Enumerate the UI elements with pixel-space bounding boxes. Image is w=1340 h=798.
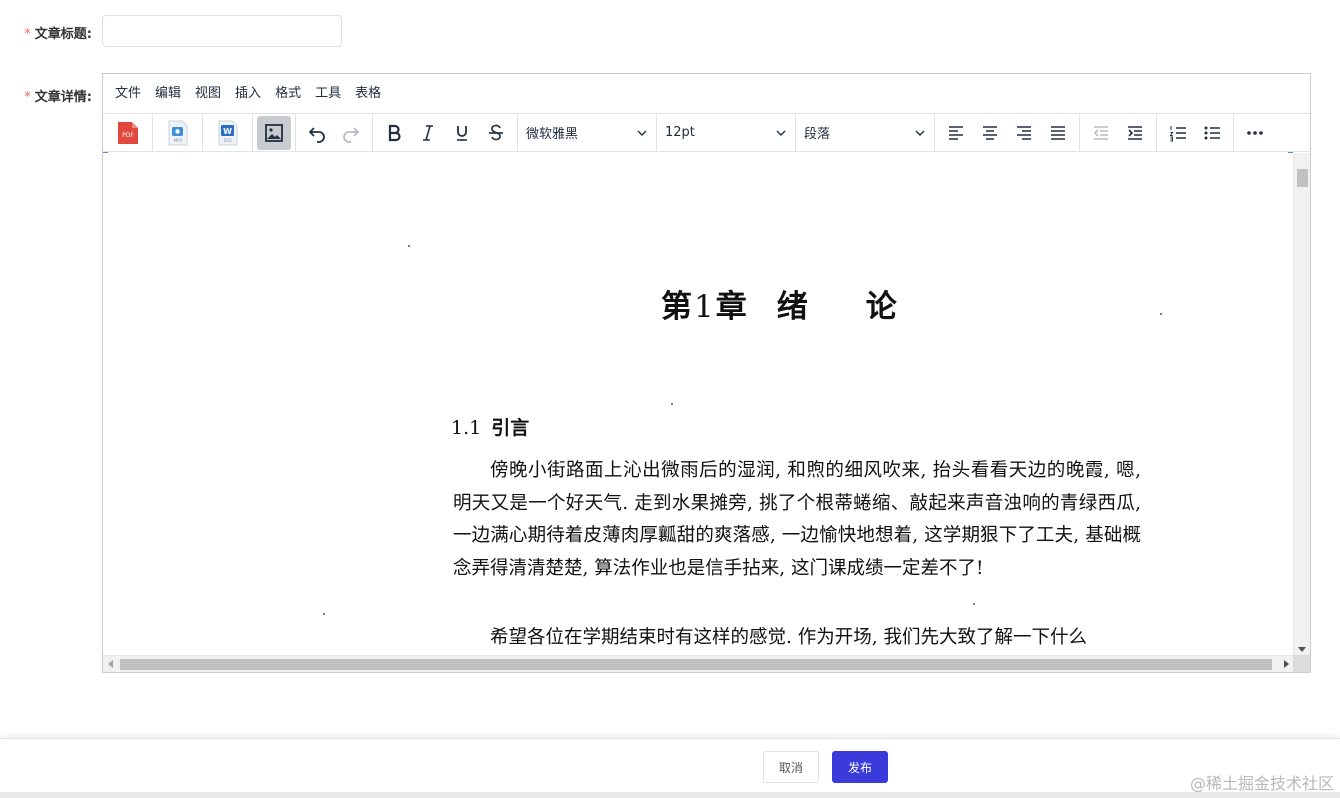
align-center-icon (983, 125, 997, 140)
font-size-select[interactable]: 12pt (657, 116, 795, 150)
section-title: 引言 (491, 417, 530, 439)
redo-button[interactable] (334, 116, 368, 150)
section-number: 1.1 (451, 417, 482, 439)
scan-speck (323, 613, 325, 615)
chapter-number: 1 (694, 289, 716, 325)
vertical-scrollbar[interactable] (1293, 153, 1310, 656)
menu-edit[interactable]: 编辑 (148, 80, 188, 108)
bold-icon (388, 124, 401, 141)
scroll-down-arrow-icon[interactable] (1298, 647, 1306, 652)
menu-insert[interactable]: 插入 (228, 80, 268, 108)
chapter-title: 第1章绪 论 (661, 281, 899, 326)
cancel-button[interactable]: 取消 (763, 751, 819, 783)
detail-label: * 文章详情: (0, 86, 92, 105)
numbered-list-icon (1169, 125, 1186, 141)
underline-button[interactable] (445, 116, 479, 150)
chevron-down-icon (776, 130, 786, 136)
horizontal-scroll-thumb[interactable] (120, 659, 1272, 670)
scroll-right-arrow-icon[interactable] (1284, 660, 1289, 668)
chapter-prefix: 第 (661, 289, 694, 325)
underline-icon (457, 125, 467, 141)
chapter-word-1: 绪 (776, 289, 810, 325)
editor-menubar: 文件 编辑 视图 插入 格式 工具 表格 (103, 74, 1310, 114)
outdent-button[interactable] (1084, 116, 1118, 150)
chevron-down-icon (637, 130, 647, 136)
align-justify-icon (1051, 125, 1065, 140)
menu-tools[interactable]: 工具 (308, 80, 348, 108)
vertical-scroll-thumb[interactable] (1297, 169, 1308, 187)
scan-speck (1160, 313, 1162, 315)
redo-icon (343, 126, 360, 143)
watermark: @稀土掘金技术社区 (1189, 774, 1334, 793)
bullet-list-button[interactable] (1195, 116, 1229, 150)
more-button[interactable] (1238, 116, 1272, 150)
mp4-file-icon: MP4 (168, 120, 187, 145)
align-justify-button[interactable] (1041, 116, 1075, 150)
title-label: * 文章标题: (0, 23, 92, 42)
chevron-down-icon (915, 130, 925, 136)
bullet-list-icon (1204, 126, 1220, 139)
svg-text:PDF: PDF (122, 132, 134, 139)
horizontal-scrollbar[interactable] (103, 655, 1294, 672)
font-family-select[interactable]: 微软雅黑 (518, 116, 656, 150)
chapter-suffix: 章 (715, 289, 749, 325)
menu-format[interactable]: 格式 (268, 80, 308, 108)
scan-speck (671, 403, 673, 405)
editor-content-area[interactable]: 第1章绪 论 1.1 引言 傍晚小街路面上沁出微雨后的湿润, 和煦的细风吹来, 抬头… (103, 153, 1294, 656)
italic-icon (423, 124, 433, 141)
bold-button[interactable] (377, 116, 411, 150)
required-mark: * (24, 27, 31, 42)
font-family-value: 微软雅黑 (526, 127, 579, 142)
word-file-icon: W DOC (218, 120, 237, 145)
strikethrough-icon (489, 124, 503, 140)
menu-table[interactable]: 表格 (348, 80, 388, 108)
outdent-icon (1093, 125, 1108, 140)
block-format-select[interactable]: 段落 (796, 116, 934, 150)
publish-button[interactable]: 发布 (832, 751, 888, 783)
scan-speck (973, 603, 975, 605)
image-icon (265, 123, 283, 142)
svg-text:MP4: MP4 (173, 138, 182, 143)
more-icon (1247, 130, 1263, 135)
video-import-button[interactable]: MP4 (161, 116, 195, 150)
indent-button[interactable] (1118, 116, 1152, 150)
paragraph: 傍晚小街路面上沁出微雨后的湿润, 和煦的细风吹来, 抬头看看天边的晚霞, 嗯, … (453, 460, 1142, 579)
menu-file[interactable]: 文件 (108, 80, 148, 108)
align-left-button[interactable] (939, 116, 973, 150)
title-input[interactable] (102, 15, 342, 47)
chapter-word-2: 论 (865, 289, 899, 325)
scan-speck (408, 245, 410, 247)
numbered-list-button[interactable] (1161, 116, 1195, 150)
svg-text:W: W (223, 127, 232, 136)
word-import-button[interactable]: W DOC (211, 116, 245, 150)
italic-button[interactable] (411, 116, 445, 150)
menu-view[interactable]: 视图 (188, 80, 228, 108)
undo-button[interactable] (300, 116, 334, 150)
required-mark: * (24, 90, 31, 105)
form-footer: 取消 发布 @稀土掘金技术社区 (0, 738, 1340, 798)
block-format-value: 段落 (804, 127, 831, 142)
strikethrough-button[interactable] (479, 116, 513, 150)
editor-toolbar: PDF MP4 W DOC 微软雅黑 12pt 段落 (103, 114, 1310, 152)
pdf-import-button[interactable]: PDF (111, 116, 145, 150)
align-right-icon (1017, 125, 1031, 140)
paragraph: 希望各位在学期结束时有这样的感觉. 作为开场, 我们先大致了解一下什么 (490, 627, 1088, 648)
scroll-left-arrow-icon[interactable] (108, 660, 113, 668)
scrollbar-corner (1293, 655, 1310, 672)
pdf-icon: PDF (117, 121, 138, 144)
indent-icon (1128, 125, 1142, 140)
section-heading: 1.1 引言 (451, 413, 529, 440)
align-center-button[interactable] (973, 116, 1007, 150)
align-right-button[interactable] (1007, 116, 1041, 150)
bottom-strip (0, 792, 1340, 798)
undo-icon (308, 126, 325, 143)
insert-image-button[interactable] (257, 115, 291, 150)
title-label-text: 文章标题: (34, 27, 92, 42)
font-size-value: 12pt (665, 125, 695, 140)
detail-label-text: 文章详情: (34, 90, 92, 105)
svg-text:DOC: DOC (223, 138, 232, 143)
align-left-icon (949, 125, 963, 140)
rich-text-editor: 文件 编辑 视图 插入 格式 工具 表格 PDF MP4 W DOC 微软雅黑 … (102, 73, 1311, 673)
